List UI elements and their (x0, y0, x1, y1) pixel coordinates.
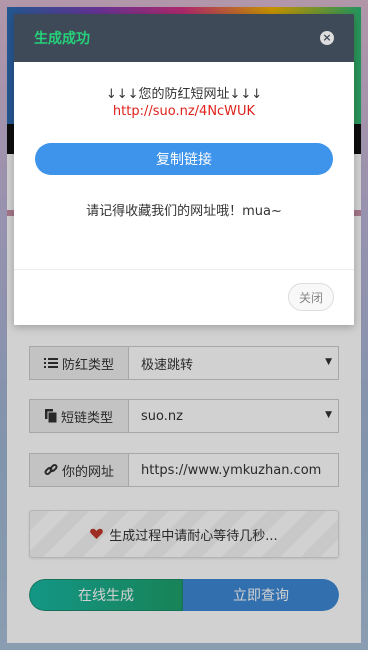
close-button[interactable]: 关闭 (288, 283, 334, 311)
short-url-link[interactable]: http://suo.nz/4NcWUK (14, 104, 354, 119)
dialog-body: ↓↓↓您的防红短网址↓↓↓ http://suo.nz/4NcWUK 复制链接 … (14, 62, 354, 270)
close-icon[interactable]: × (320, 31, 334, 45)
success-dialog: 生成成功 × ↓↓↓您的防红短网址↓↓↓ http://suo.nz/4NcWU… (14, 14, 354, 325)
short-url-heading: ↓↓↓您的防红短网址↓↓↓ (105, 87, 263, 102)
bookmark-note: 请记得收藏我们的网址哦！mua~ (86, 204, 282, 219)
dialog-title: 生成成功 (34, 31, 90, 47)
dialog-footer: 关闭 (14, 270, 354, 325)
copy-link-button[interactable]: 复制链接 (35, 143, 333, 175)
dialog-header: 生成成功 × (14, 14, 354, 62)
